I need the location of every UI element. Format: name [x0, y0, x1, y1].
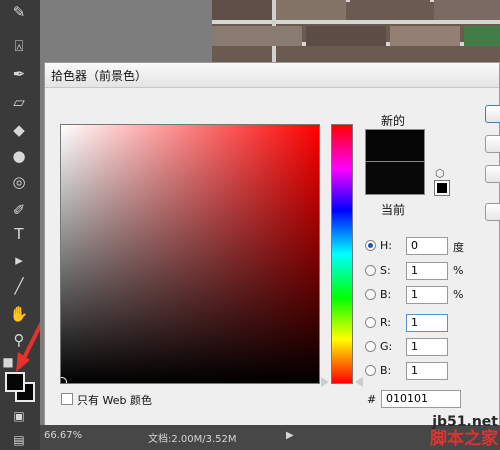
foreground-color-swatch[interactable] — [5, 372, 25, 392]
web-only-label: 只有 Web 颜色 — [77, 394, 152, 407]
web-only-checkbox[interactable] — [61, 393, 73, 405]
radio-h[interactable] — [365, 240, 376, 251]
zoom-icon[interactable]: ⚲ — [6, 330, 32, 350]
g-input[interactable]: 1 — [406, 338, 448, 356]
radio-b-rgb[interactable] — [365, 365, 376, 376]
color-field-cursor[interactable] — [61, 377, 67, 383]
tools-panel: ✎ ⍓ ✒ ▱ ◆ ● ◎ ✐ T ▸ ╱ ✋ ⚲ ■ ▣ ▤ — [0, 0, 41, 450]
bucket-icon[interactable]: ◆ — [6, 120, 32, 140]
add-to-swatches-button[interactable] — [485, 165, 500, 183]
brush-icon[interactable]: ✎ — [6, 2, 32, 22]
color-libraries-button[interactable] — [485, 203, 500, 221]
dialog-title: 拾色器（前景色） — [51, 69, 148, 83]
color-swatches[interactable] — [3, 370, 37, 404]
hue-slider-right-triangle-icon[interactable] — [355, 377, 363, 387]
r-label: R: — [380, 316, 392, 329]
default-colors-icon[interactable]: ■ — [2, 352, 14, 372]
web-safe-swatch[interactable] — [434, 180, 450, 196]
line-icon[interactable]: ╱ — [6, 276, 32, 296]
sponge-icon[interactable]: ◎ — [6, 172, 32, 192]
blue-label: B: — [380, 364, 392, 377]
b-label: B: — [380, 288, 392, 301]
color-field[interactable] — [60, 124, 320, 384]
screen-mode-icon[interactable]: ▤ — [6, 430, 32, 450]
path-selection-icon[interactable]: ▸ — [6, 250, 32, 270]
g-label: G: — [380, 340, 393, 353]
ok-button[interactable] — [485, 105, 500, 123]
hue-slider[interactable] — [331, 124, 353, 384]
current-color-swatch[interactable] — [365, 162, 425, 195]
pen-icon[interactable]: ✐ — [6, 200, 32, 220]
hand-icon[interactable]: ✋ — [6, 304, 32, 324]
radio-b[interactable] — [365, 289, 376, 300]
hue-slider-left-triangle-icon[interactable] — [321, 377, 329, 387]
radio-s[interactable] — [365, 265, 376, 276]
new-color-swatch — [365, 129, 425, 162]
brick-wall-image — [212, 0, 500, 64]
b-unit: % — [453, 288, 464, 301]
document-size: 文档:2.00M/3.52M — [148, 434, 237, 445]
blue-input[interactable]: 1 — [406, 362, 448, 380]
history-brush-icon[interactable]: ✒ — [6, 64, 32, 84]
quick-mask-icon[interactable]: ▣ — [6, 406, 32, 426]
s-input[interactable]: 1 — [406, 262, 448, 280]
eraser-icon[interactable]: ▱ — [6, 92, 32, 112]
watermark-name: 脚本之家 — [430, 429, 498, 449]
hex-input[interactable]: 010101 — [381, 390, 461, 408]
watermark: jb51.net 脚本之家 — [430, 414, 498, 448]
radio-r[interactable] — [365, 317, 376, 328]
hex-symbol: # — [367, 393, 377, 406]
radio-g[interactable] — [365, 341, 376, 352]
blur-icon[interactable]: ● — [6, 146, 32, 166]
h-input[interactable]: 0 — [406, 237, 448, 255]
dialog-titlebar[interactable]: 拾色器（前景色） — [45, 63, 499, 88]
new-color-label: 新的 — [381, 114, 406, 128]
r-input[interactable]: 1 — [406, 314, 448, 332]
current-color-label: 当前 — [381, 203, 406, 217]
zoom-level[interactable]: 66.67% — [44, 430, 82, 441]
status-menu-arrow-icon[interactable]: ▶ — [286, 430, 294, 441]
stamp-icon[interactable]: ⍓ — [6, 36, 32, 56]
watermark-site: jb51.net — [432, 414, 498, 430]
color-picker-dialog: 拾色器（前景色） 新的 当前 ⬡ H: 0 度 S: 1 % B: 1 % R:… — [44, 62, 500, 428]
h-label: H: — [380, 239, 392, 252]
cancel-button[interactable] — [485, 135, 500, 153]
cube-warning-icon[interactable]: ⬡ — [435, 167, 445, 180]
s-label: S: — [380, 264, 391, 277]
h-unit: 度 — [453, 241, 464, 254]
type-icon[interactable]: T — [6, 224, 32, 244]
s-unit: % — [453, 264, 464, 277]
b-input[interactable]: 1 — [406, 286, 448, 304]
